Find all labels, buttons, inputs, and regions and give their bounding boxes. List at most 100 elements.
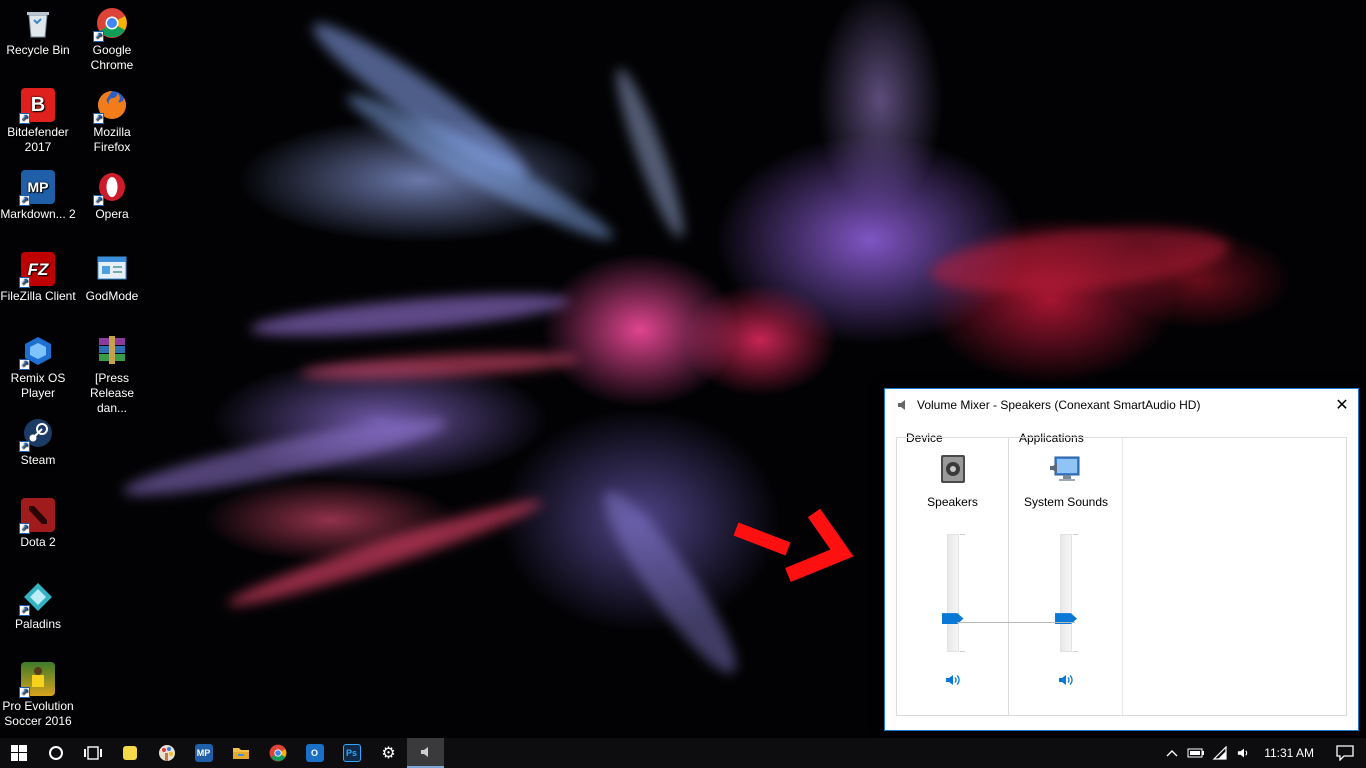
pes2016-icon: ↗	[19, 662, 55, 698]
device-channel: Speakers	[897, 438, 1009, 715]
taskbar-outlook[interactable]: O	[296, 738, 333, 768]
wifi-icon	[1212, 746, 1227, 760]
battery-button[interactable]	[1184, 738, 1208, 768]
outlook-icon: O	[305, 744, 324, 762]
window-title: Volume Mixer - Speakers (Conexant SmartA…	[917, 397, 1201, 412]
desktop-icon-steam[interactable]: ↗ Steam	[0, 416, 76, 468]
slider-track-bg	[1060, 534, 1072, 652]
system-sounds-icon[interactable]	[1049, 454, 1083, 484]
slider-ticks	[959, 534, 965, 652]
recycle-bin-icon	[21, 6, 55, 40]
speakers-volume-slider[interactable]	[941, 534, 965, 652]
desktop-icon-label: Google Chrome	[90, 43, 134, 72]
system-sounds-mute-button[interactable]	[1057, 672, 1075, 688]
desktop-icon-label: Pro Evolution Soccer 2016	[2, 699, 74, 728]
cortana-button[interactable]	[37, 738, 74, 768]
paladins-icon: ↗	[19, 580, 55, 616]
system-sounds-channel: System Sounds	[1010, 438, 1123, 715]
speaker-icon	[898, 399, 905, 410]
taskbar-sticky-notes[interactable]	[111, 738, 148, 768]
taskbar-photoshop[interactable]: Ps	[333, 738, 370, 768]
desktop-icon-label: Paladins	[14, 617, 62, 631]
taskbar: MP O Ps ⚙ 11:31 AM	[0, 738, 1366, 768]
winrar-archive-icon	[95, 334, 129, 368]
show-hidden-icons-button[interactable]	[1160, 738, 1184, 768]
desktop-icon-label: Remix OS Player	[10, 371, 66, 400]
volume-mixer-window: Volume Mixer - Speakers (Conexant SmartA…	[884, 388, 1359, 731]
desktop-icon-label: [Press Release dan...	[89, 371, 135, 415]
desktop-icon-label: FileZilla Client	[0, 289, 76, 303]
speaker-device-icon[interactable]	[939, 454, 967, 484]
start-button[interactable]	[0, 738, 37, 768]
desktop-icon-remix-os-player[interactable]: ↗ Remix OS Player	[0, 334, 76, 401]
taskbar-file-explorer[interactable]	[222, 738, 259, 768]
speakers-mute-button[interactable]	[944, 672, 962, 688]
speaker-icon	[420, 747, 428, 757]
desktop-icon-bitdefender[interactable]: B ↗ Bitdefender 2017	[0, 88, 76, 155]
opera-icon: ↗	[93, 170, 129, 206]
filezilla-icon: FZ ↗	[19, 252, 55, 288]
cortana-circle-icon	[48, 746, 63, 760]
volume-link-line	[957, 622, 1075, 623]
dota2-icon: ↗	[19, 498, 55, 534]
desktop-icon-paladins[interactable]: ↗ Paladins	[0, 580, 76, 632]
steam-icon: ↗	[19, 416, 55, 452]
chrome-icon	[269, 744, 286, 762]
clock[interactable]: 11:31 AM	[1256, 746, 1324, 760]
taskbar-volume-mixer[interactable]	[407, 738, 444, 768]
taskbar-chrome[interactable]	[259, 738, 296, 768]
volume-icon	[1238, 748, 1248, 758]
slider-track-bg	[946, 534, 959, 652]
photoshop-icon: Ps	[342, 744, 361, 762]
speaker-volume-icon	[1059, 675, 1073, 685]
mixer-content: Speakers System Sounds	[896, 437, 1347, 716]
desktop-icon-opera[interactable]: ↗ Opera	[74, 170, 150, 222]
close-button[interactable]: ✕	[1326, 389, 1358, 420]
system-sounds-label: System Sounds	[1023, 495, 1109, 509]
desktop-icon-dota2[interactable]: ↗ Dota 2	[0, 498, 76, 550]
sticky-notes-icon	[122, 746, 137, 760]
desktop-icon-label: Dota 2	[20, 535, 56, 549]
desktop-icon-label: Markdown... 2	[0, 207, 76, 221]
folder-icon	[232, 748, 249, 759]
desktop-icon-label: Opera	[95, 207, 129, 221]
desktop-icon-markdownpad[interactable]: MP ↗ Markdown... 2	[0, 170, 76, 222]
desktop-icon-label: Bitdefender 2017	[7, 125, 69, 154]
network-button[interactable]	[1208, 738, 1232, 768]
taskbar-markdownpad[interactable]: MP	[185, 738, 222, 768]
bitdefender-icon: B ↗	[19, 88, 55, 124]
desktop-icon-pes2016[interactable]: ↗ Pro Evolution Soccer 2016	[0, 662, 76, 729]
desktop-icon-google-chrome[interactable]: ↗ Google Chrome	[74, 6, 150, 73]
desktop-icon-label: Recycle Bin	[6, 43, 70, 57]
speakers-label: Speakers	[927, 495, 978, 509]
chevron-up-icon	[1166, 750, 1178, 757]
desktop-icon-press-release[interactable]: [Press Release dan...	[74, 334, 150, 416]
battery-icon	[1187, 748, 1205, 758]
markdownpad-icon: MP	[194, 744, 213, 762]
paint-icon	[158, 745, 175, 761]
task-view-icon	[83, 746, 102, 760]
close-icon: ✕	[1335, 396, 1349, 414]
task-view-button[interactable]	[74, 738, 111, 768]
desktop-icon-recycle-bin[interactable]: Recycle Bin	[0, 6, 76, 58]
markdownpad-icon: MP ↗	[19, 170, 55, 206]
godmode-icon	[95, 252, 129, 286]
volume-button[interactable]	[1232, 738, 1256, 768]
desktop-icon-godmode[interactable]: GodMode	[74, 252, 150, 304]
taskbar-settings[interactable]: ⚙	[370, 738, 407, 768]
gear-icon: ⚙	[381, 745, 396, 762]
system-sounds-volume-slider[interactable]	[1055, 534, 1078, 652]
desktop-icon-filezilla[interactable]: FZ ↗ FileZilla Client	[0, 252, 76, 304]
title-bar[interactable]: Volume Mixer - Speakers (Conexant SmartA…	[885, 389, 1358, 420]
desktop-icon-label: GodMode	[85, 289, 139, 303]
speaker-volume-icon	[945, 675, 960, 685]
desktop-icon-label: Mozilla Firefox	[93, 125, 131, 154]
remix-os-icon: ↗	[19, 334, 55, 370]
slider-ticks	[1073, 534, 1078, 652]
desktop-icon-mozilla-firefox[interactable]: ↗ Mozilla Firefox	[74, 88, 150, 155]
notification-icon	[1336, 745, 1354, 761]
system-tray: 11:31 AM	[1160, 738, 1366, 768]
taskbar-paint[interactable]	[148, 738, 185, 768]
action-center-button[interactable]	[1324, 738, 1366, 768]
chrome-icon: ↗	[93, 6, 129, 42]
